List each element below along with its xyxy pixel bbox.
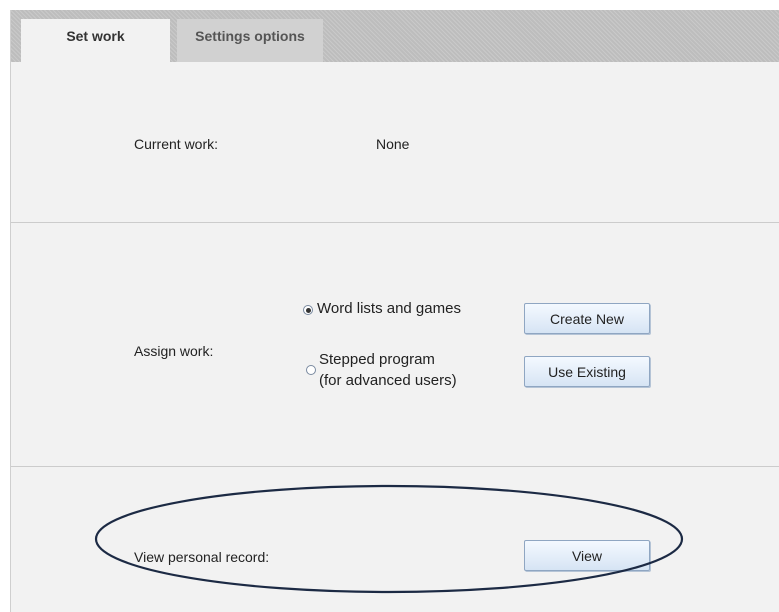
set-work-panel: Set work Settings options Current work: … [10, 10, 779, 612]
tab-settings-options-label: Settings options [195, 28, 305, 44]
personal-record-label: View personal record: [134, 549, 270, 565]
current-work-value: None [376, 136, 410, 152]
create-new-button[interactable]: Create New [524, 303, 650, 334]
view-button[interactable]: View [524, 540, 650, 571]
assign-work-label: Assign work: [134, 343, 214, 359]
section-divider-1 [11, 222, 779, 223]
current-work-label: Current work: [134, 136, 219, 152]
tab-bar: Set work Settings options [11, 10, 779, 63]
radio-word-lists-games[interactable] [303, 305, 313, 315]
radio-word-lists-games-label: Word lists and games [317, 300, 461, 317]
stepped-program-label-line2: (for advanced users) [319, 372, 457, 389]
radio-stepped-program[interactable] [306, 365, 316, 375]
stepped-program-label-line1: Stepped program [319, 351, 435, 368]
tab-set-work[interactable]: Set work [21, 19, 170, 63]
section-divider-2 [11, 466, 779, 467]
use-existing-button[interactable]: Use Existing [524, 356, 650, 387]
tab-set-work-label: Set work [66, 28, 125, 44]
tab-settings-options[interactable]: Settings options [177, 19, 323, 62]
